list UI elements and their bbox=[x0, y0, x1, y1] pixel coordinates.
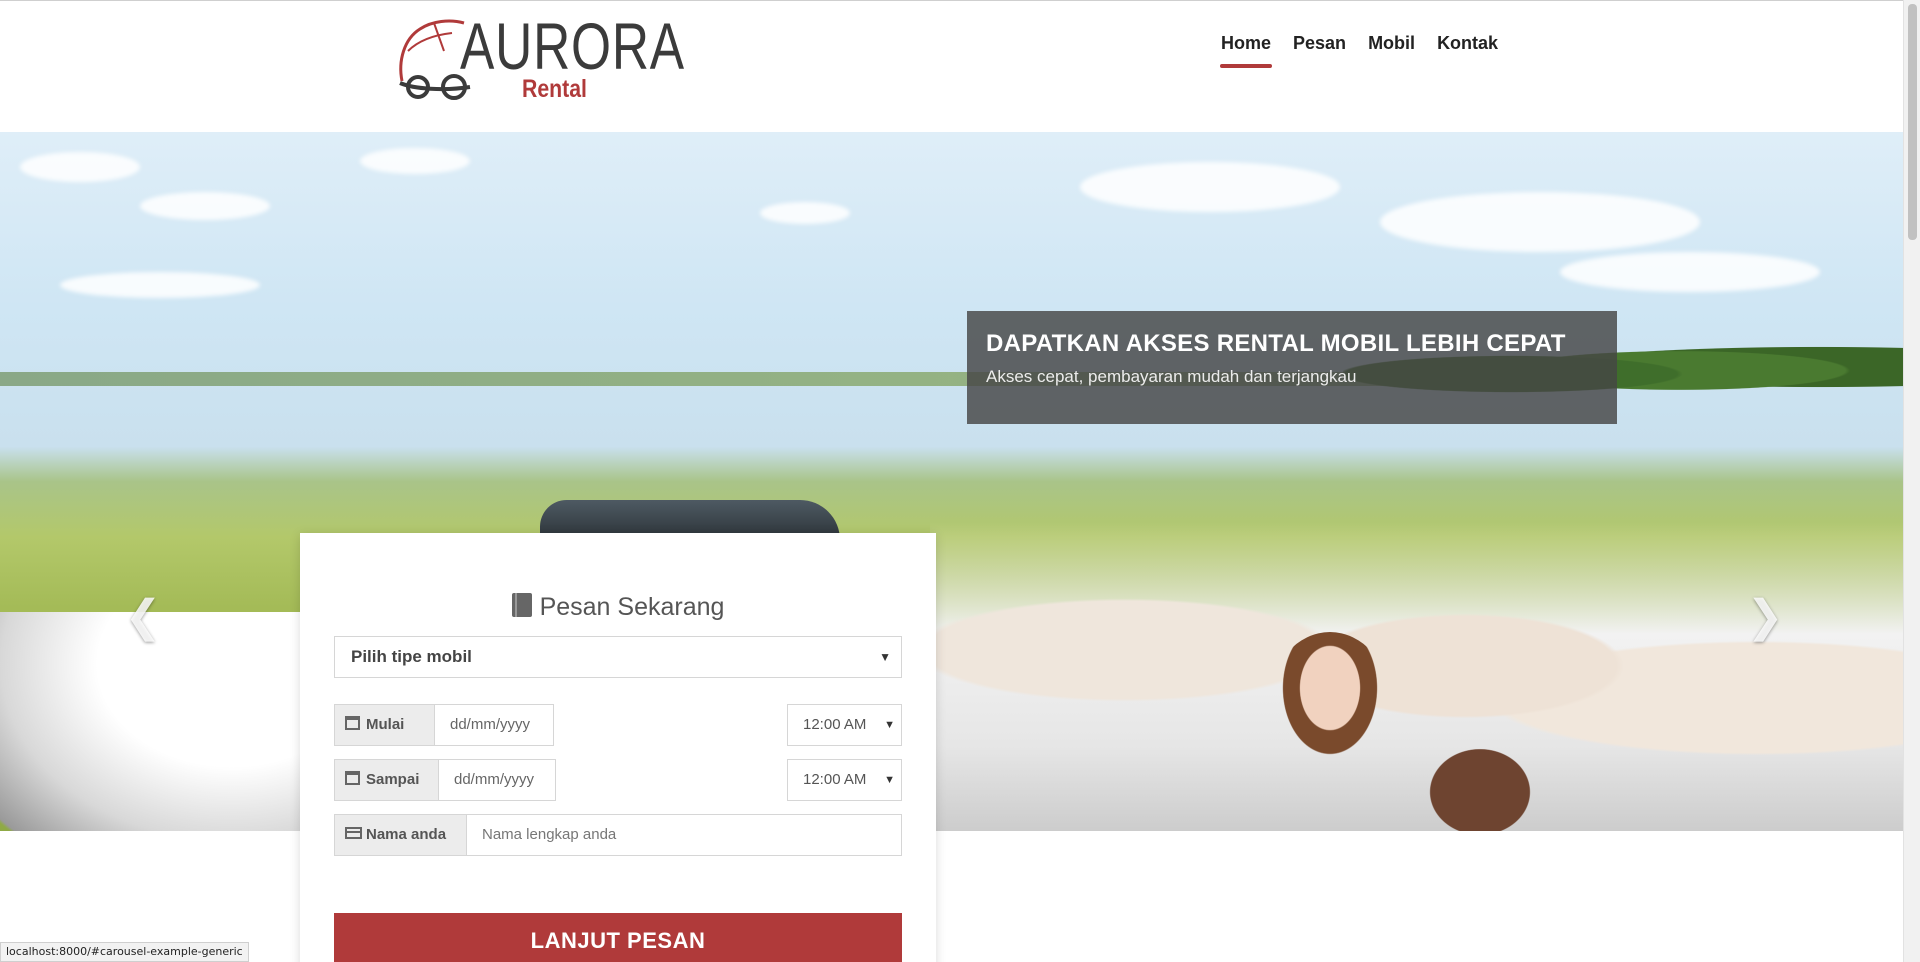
carousel-caption: DAPATKAN AKSES RENTAL MOBIL LEBIH CEPAT … bbox=[967, 311, 1617, 424]
cloud-decoration bbox=[1080, 162, 1340, 212]
car-type-value: Pilih tipe mobil bbox=[351, 647, 472, 666]
chevron-left-icon[interactable]: ❮ bbox=[123, 592, 163, 642]
browser-status-bar: localhost:8000/#carousel-example-generic bbox=[0, 942, 249, 962]
chevron-down-icon: ▼ bbox=[884, 719, 895, 731]
cloud-decoration bbox=[760, 202, 850, 224]
caption-text: Akses cepat, pembayaran mudah dan terjan… bbox=[986, 367, 1357, 386]
hero-carousel: DAPATKAN AKSES RENTAL MOBIL LEBIH CEPAT … bbox=[0, 132, 1903, 831]
cloud-decoration bbox=[60, 272, 260, 298]
site-header: AURORA Rental Home Pesan Mobil Kontak bbox=[0, 0, 1903, 132]
cloud-decoration bbox=[1560, 252, 1820, 292]
logo[interactable]: AURORA Rental bbox=[394, 9, 684, 107]
cloud-decoration bbox=[20, 152, 140, 182]
car-type-select[interactable]: Pilih tipe mobil ▼ bbox=[334, 636, 902, 678]
child-decoration bbox=[1270, 632, 1390, 772]
car-front-decoration bbox=[0, 612, 300, 831]
book-icon bbox=[511, 593, 532, 617]
end-date-input[interactable]: dd/mm/yyyy bbox=[438, 759, 556, 801]
nav-item-home[interactable]: Home bbox=[1210, 23, 1282, 68]
id-card-icon bbox=[345, 827, 362, 839]
nav-item-kontak[interactable]: Kontak bbox=[1426, 23, 1509, 68]
calendar-icon bbox=[345, 771, 360, 785]
cloud-decoration bbox=[1380, 192, 1700, 252]
booking-title: Pesan Sekarang bbox=[300, 593, 936, 622]
chevron-right-icon[interactable]: ❯ bbox=[1745, 592, 1785, 642]
logo-wordmark: AURORA bbox=[460, 9, 685, 83]
chevron-down-icon: ▼ bbox=[884, 774, 895, 786]
name-input[interactable]: Nama lengkap anda bbox=[466, 814, 902, 856]
nav-item-mobil[interactable]: Mobil bbox=[1357, 23, 1426, 68]
end-time-value: 12:00 AM bbox=[803, 771, 867, 788]
start-label-text: Mulai bbox=[366, 716, 405, 733]
name-label-text: Nama anda bbox=[366, 826, 447, 843]
start-label: Mulai bbox=[334, 704, 435, 746]
start-time-value: 12:00 AM bbox=[803, 716, 867, 733]
booking-form: Pesan Sekarang Pilih tipe mobil ▼ Mulai … bbox=[300, 533, 936, 962]
continue-order-button[interactable]: LANJUT PESAN bbox=[334, 913, 902, 962]
start-date-input[interactable]: dd/mm/yyyy bbox=[434, 704, 554, 746]
browser-viewport: AURORA Rental Home Pesan Mobil Kontak DA… bbox=[0, 0, 1903, 962]
caption-title: DAPATKAN AKSES RENTAL MOBIL LEBIH CEPAT bbox=[986, 330, 1566, 357]
cloud-decoration bbox=[360, 148, 470, 174]
main-nav: Home Pesan Mobil Kontak bbox=[1210, 23, 1509, 68]
end-label-text: Sampai bbox=[366, 771, 420, 788]
end-label: Sampai bbox=[334, 759, 439, 801]
start-time-select[interactable]: 12:00 AM ▼ bbox=[787, 704, 902, 746]
calendar-icon bbox=[345, 716, 360, 730]
page-scrollbar[interactable] bbox=[1903, 0, 1920, 962]
logo-subtitle: Rental bbox=[522, 75, 587, 103]
nav-item-pesan[interactable]: Pesan bbox=[1282, 23, 1357, 68]
chevron-down-icon: ▼ bbox=[879, 650, 891, 664]
cloud-decoration bbox=[140, 192, 270, 220]
scrollbar-thumb[interactable] bbox=[1908, 4, 1917, 240]
booking-title-text: Pesan Sekarang bbox=[539, 593, 725, 621]
end-time-select[interactable]: 12:00 AM ▼ bbox=[787, 759, 902, 801]
name-label: Nama anda bbox=[334, 814, 467, 856]
